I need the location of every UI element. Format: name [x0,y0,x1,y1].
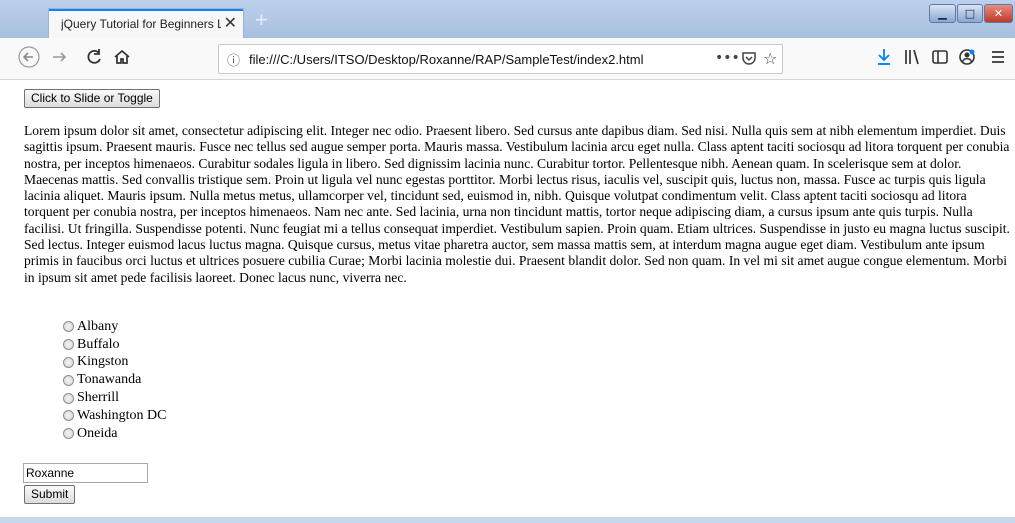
submit-button[interactable]: Submit [24,485,76,504]
city-radio-item[interactable]: Buffalo [63,336,166,354]
sidebar-icon[interactable] [931,46,949,74]
bookmark-star-icon[interactable]: ☆ [763,49,777,68]
download-icon[interactable] [876,46,892,74]
maximize-button[interactable]: □ [957,4,983,23]
radio-button[interactable] [63,321,74,333]
tab-title: jQuery Tutorial for Beginners Live D [61,17,221,31]
back-arrow-icon[interactable] [18,46,40,74]
radio-button[interactable] [63,356,74,368]
city-radio-item[interactable]: Washington DC [63,407,166,425]
minimize-button[interactable]: ▁ [929,4,956,23]
page-content: Click to Slide or Toggle Lorem ipsum dol… [0,80,1015,517]
title-bar: jQuery Tutorial for Beginners Live D ✕ +… [0,0,1015,38]
name-input[interactable] [23,463,148,483]
radio-button[interactable] [63,374,74,386]
reload-icon[interactable] [84,46,104,74]
pocket-icon[interactable] [741,49,757,71]
navigation-toolbar: ⓘ file:///C:/Users/ITSO/Desktop/Roxanne/… [0,38,1015,80]
slide-toggle-button[interactable]: Click to Slide or Toggle [24,89,160,108]
tab-accent-line [49,9,243,11]
radio-button[interactable] [63,392,74,404]
close-tab-icon[interactable]: ✕ [224,13,237,32]
radio-button[interactable] [63,428,74,440]
city-radio-item[interactable]: Sherrill [63,389,166,407]
hamburger-menu-icon[interactable] [990,46,1006,74]
window-bottom-border [0,517,1015,523]
radio-label: Washington DC [77,407,167,423]
radio-button[interactable] [63,410,74,422]
new-tab-button[interactable]: + [255,7,268,33]
city-radio-item[interactable]: Kingston [63,354,166,372]
browser-tab[interactable]: jQuery Tutorial for Beginners Live D ✕ [48,8,244,38]
city-radio-item[interactable]: Oneida [63,425,166,443]
city-radio-item[interactable]: Tonawanda [63,371,166,389]
radio-label: Albany [77,318,119,334]
city-radio-list: Albany Buffalo Kingston Tonawanda Sherrill Wa… [63,318,166,443]
radio-label: Buffalo [77,336,120,352]
more-actions-icon[interactable]: ••• [715,50,740,66]
lorem-paragraph: Lorem ipsum dolor sit amet, consectetur … [24,123,1010,285]
close-window-button[interactable]: ✕ [984,4,1013,23]
forward-arrow-icon[interactable] [50,46,70,74]
url-text[interactable]: file:///C:/Users/ITSO/Desktop/Roxanne/RA… [249,52,644,67]
url-bar[interactable]: ⓘ file:///C:/Users/ITSO/Desktop/Roxanne/… [218,44,783,74]
city-radio-item[interactable]: Albany [63,318,166,336]
browser-window: jQuery Tutorial for Beginners Live D ✕ +… [0,0,1015,523]
radio-label: Oneida [77,425,118,441]
radio-label: Sherrill [77,390,119,406]
info-icon[interactable]: ⓘ [227,50,240,69]
radio-label: Kingston [77,354,129,370]
account-icon[interactable] [958,46,976,74]
radio-button[interactable] [63,339,74,351]
library-icon[interactable] [903,46,921,74]
home-icon[interactable] [112,46,132,74]
radio-label: Tonawanda [77,372,142,388]
